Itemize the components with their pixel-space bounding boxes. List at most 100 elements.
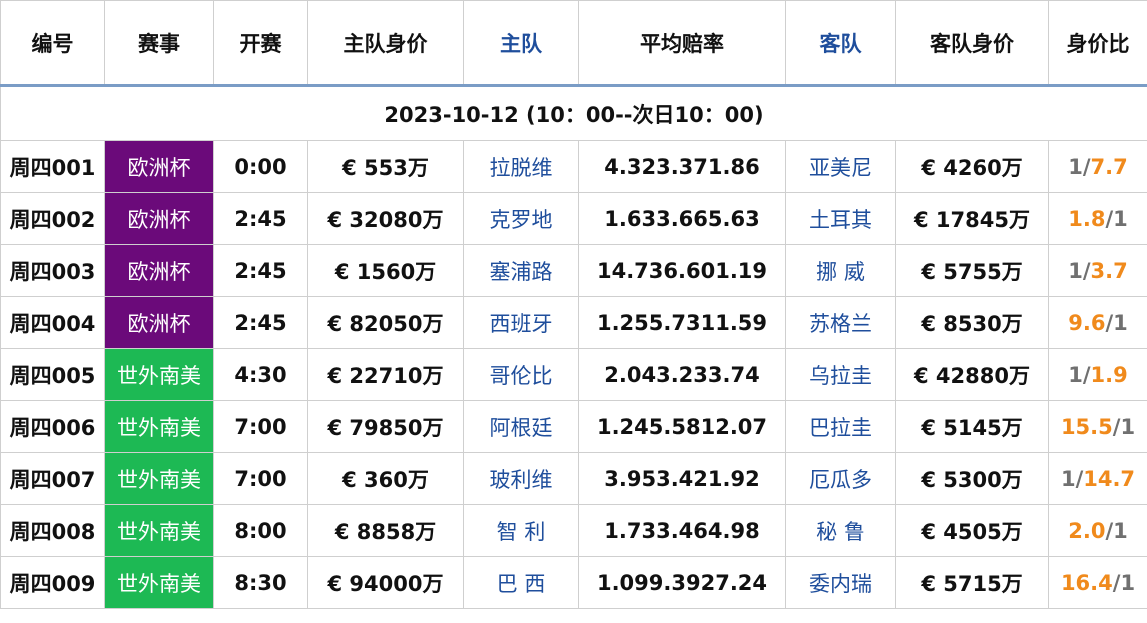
home-team-link[interactable]: 巴 西	[463, 556, 579, 609]
average-odds: 2.043.233.74	[578, 348, 786, 401]
ratio-left: 9.6	[1068, 310, 1106, 335]
competition-badge: 世外南美	[104, 452, 214, 505]
match-code: 周四009	[0, 556, 105, 609]
away-team-link[interactable]: 秘 鲁	[785, 504, 896, 557]
match-code: 周四005	[0, 348, 105, 401]
ratio-separator: /	[1105, 518, 1114, 543]
table-row[interactable]: 周四001 欧洲杯 0:00 € 553万 拉脱维 4.323.371.86 亚美尼 € 42…	[0, 140, 1147, 193]
value-ratio: 1/14.7	[1048, 452, 1147, 505]
ratio-right: 1	[1120, 570, 1136, 595]
value-ratio: 9.6/1	[1048, 296, 1147, 349]
value-ratio: 2.0/1	[1048, 504, 1147, 557]
kickoff-time: 4:30	[213, 348, 308, 401]
header-code: 编号	[0, 0, 105, 87]
header-competition: 赛事	[104, 0, 214, 87]
away-team-link[interactable]: 乌拉圭	[785, 348, 896, 401]
ratio-right: 7.7	[1090, 154, 1128, 179]
kickoff-time: 7:00	[213, 452, 308, 505]
value-ratio: 1/3.7	[1048, 244, 1147, 297]
average-odds: 1.633.665.63	[578, 192, 786, 245]
ratio-left: 1.8	[1068, 206, 1106, 231]
ratio-right: 14.7	[1083, 466, 1136, 491]
competition-badge: 世外南美	[104, 400, 214, 453]
table-row[interactable]: 周四007 世外南美 7:00 € 360万 玻利维 3.953.421.92 厄瓜多 € 5…	[0, 452, 1147, 505]
home-team-link[interactable]: 拉脱维	[463, 140, 579, 193]
home-team-value: € 8858万	[307, 504, 464, 557]
header-home-team: 主队	[463, 0, 579, 87]
kickoff-time: 8:00	[213, 504, 308, 557]
table-row[interactable]: 周四008 世外南美 8:00 € 8858万智 利 1.733.464.98 秘 鲁 € …	[0, 504, 1147, 557]
header-home-value: 主队身价	[307, 0, 464, 87]
home-team-link[interactable]: 玻利维	[463, 452, 579, 505]
match-code: 周四006	[0, 400, 105, 453]
value-ratio: 1.8/1	[1048, 192, 1147, 245]
away-team-value: € 17845万	[895, 192, 1049, 245]
home-team-link[interactable]: 智 利	[463, 504, 579, 557]
match-code: 周四003	[0, 244, 105, 297]
away-team-value: € 8530万	[895, 296, 1049, 349]
ratio-right: 1	[1113, 518, 1128, 543]
competition-badge: 世外南美	[104, 556, 214, 609]
match-code: 周四004	[0, 296, 105, 349]
home-team-link[interactable]: 克罗地	[463, 192, 579, 245]
away-team-link[interactable]: 挪 威	[785, 244, 896, 297]
competition-badge: 欧洲杯	[104, 140, 214, 193]
home-team-link[interactable]: 塞浦路	[463, 244, 579, 297]
average-odds: 1.099.3927.24	[578, 556, 786, 609]
table-row[interactable]: 周四006 世外南美 7:00 € 79850万 阿根廷 1.245.5812.07 巴拉圭…	[0, 400, 1147, 453]
average-odds: 1.245.5812.07	[578, 400, 786, 453]
ratio-separator: /	[1082, 154, 1091, 179]
away-team-value: € 4505万	[895, 504, 1049, 557]
header-kickoff: 开赛	[213, 0, 308, 87]
home-team-link[interactable]: 西班牙	[463, 296, 579, 349]
header-away-team: 客队	[785, 0, 896, 87]
away-team-link[interactable]: 厄瓜多	[785, 452, 896, 505]
date-line: 2023-10-12 (10：00--次日10：00)	[0, 85, 1147, 141]
competition-badge: 世外南美	[104, 504, 214, 557]
table-row[interactable]: 周四004 欧洲杯 2:45 € 82050万 西班牙 1.255.7311.59 苏格兰 €…	[0, 296, 1147, 349]
away-team-link[interactable]: 土耳其	[785, 192, 896, 245]
header-average-odds: 平均赔率	[578, 0, 786, 87]
competition-badge: 欧洲杯	[104, 296, 214, 349]
away-team-link[interactable]: 苏格兰	[785, 296, 896, 349]
table-row[interactable]: 周四003 欧洲杯 2:45 € 1560万 塞浦路 14.736.601.19 挪 威 € …	[0, 244, 1147, 297]
away-team-value: € 5715万	[895, 556, 1049, 609]
home-team-link[interactable]: 哥伦比	[463, 348, 579, 401]
home-team-value: € 553万	[307, 140, 464, 193]
match-code: 周四007	[0, 452, 105, 505]
away-team-value: € 5145万	[895, 400, 1049, 453]
ratio-left: 1	[1068, 258, 1083, 283]
average-odds: 3.953.421.92	[578, 452, 786, 505]
average-odds: 4.323.371.86	[578, 140, 786, 193]
ratio-separator: /	[1082, 362, 1091, 387]
away-team-value: € 42880万	[895, 348, 1049, 401]
ratio-right: 1	[1113, 206, 1128, 231]
value-ratio: 1/1.9	[1048, 348, 1147, 401]
ratio-left: 1	[1068, 154, 1083, 179]
home-team-value: € 22710万	[307, 348, 464, 401]
ratio-separator: /	[1082, 258, 1091, 283]
home-team-link[interactable]: 阿根廷	[463, 400, 579, 453]
kickoff-time: 2:45	[213, 192, 308, 245]
ratio-right: 3.7	[1090, 258, 1128, 283]
competition-badge: 世外南美	[104, 348, 214, 401]
ratio-left: 15.5	[1060, 414, 1113, 439]
value-ratio: 16.4/1	[1048, 556, 1147, 609]
ratio-left: 2.0	[1068, 518, 1106, 543]
away-team-value: € 4260万	[895, 140, 1049, 193]
competition-badge: 欧洲杯	[104, 192, 214, 245]
table-row[interactable]: 周四005 世外南美 4:30 € 22710万 哥伦比 2.043.233.74 乌拉圭 €…	[0, 348, 1147, 401]
ratio-left: 1	[1068, 362, 1083, 387]
away-team-link[interactable]: 亚美尼	[785, 140, 896, 193]
table-row[interactable]: 周四002 欧洲杯 2:45 € 32080万 克罗地 1.633.665.63 土耳其 € …	[0, 192, 1147, 245]
ratio-right: 1.9	[1090, 362, 1128, 387]
kickoff-time: 8:30	[213, 556, 308, 609]
match-code: 周四002	[0, 192, 105, 245]
table-row[interactable]: 周四009 世外南美 8:30 € 94000万巴 西 1.099.3927.24 委内瑞…	[0, 556, 1147, 609]
match-table: 编号 赛事 开赛 主队身价 主队 平均赔率 客队 客队身价 身价比 2023-1…	[0, 0, 1147, 609]
away-team-link[interactable]: 委内瑞	[785, 556, 896, 609]
away-team-link[interactable]: 巴拉圭	[785, 400, 896, 453]
average-odds: 14.736.601.19	[578, 244, 786, 297]
header-value-ratio: 身价比	[1048, 0, 1147, 87]
home-team-value: € 1560万	[307, 244, 464, 297]
